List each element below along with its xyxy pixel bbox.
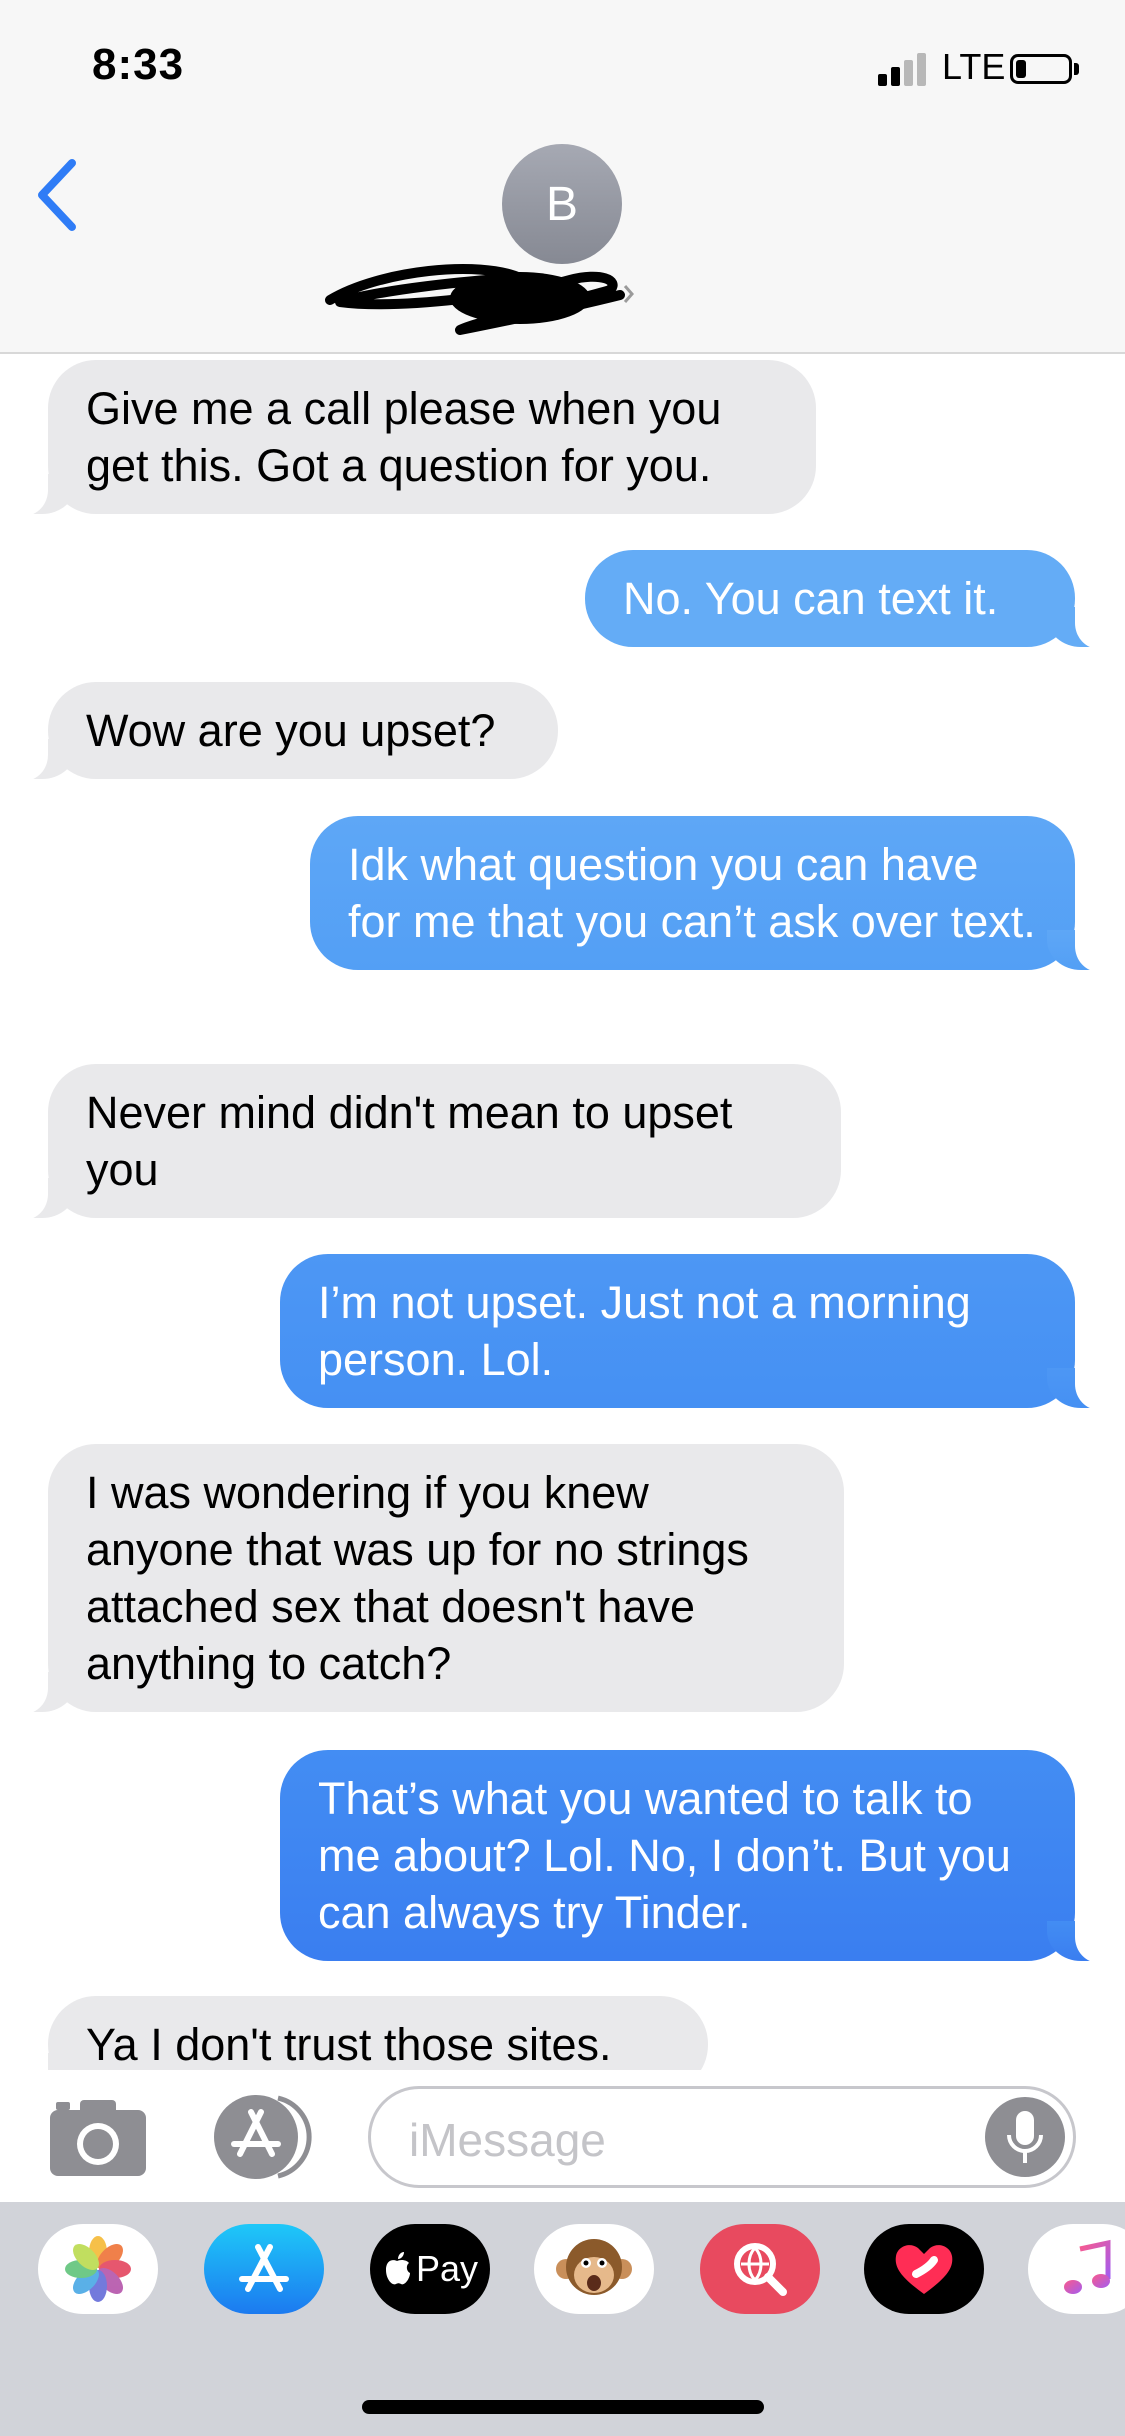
status-time: 8:33 [92,40,185,89]
app-store-button[interactable] [208,2092,320,2182]
app-store-app-button[interactable] [204,2224,324,2314]
camera-icon [50,2100,146,2176]
digital-touch-app-button[interactable] [864,2224,984,2314]
camera-button[interactable] [48,2098,148,2178]
battery-icon [1010,54,1072,84]
sent-message-bubble[interactable]: No. You can text it. [585,550,1105,649]
app-store-icon [239,2244,289,2292]
sent-message-bubble[interactable]: Idk what question you can have for me th… [310,816,1105,972]
search-images-icon [734,2243,787,2296]
sent-message-bubble[interactable]: I’m not upset. Just not a morning person… [280,1254,1105,1410]
redaction-scribble [325,264,634,335]
battery-level [1016,60,1026,78]
battery-cap [1074,63,1079,75]
apple-pay-label: Pay [415,2248,479,2289]
back-button[interactable] [30,155,90,235]
home-indicator[interactable] [362,2400,764,2414]
received-message-bubble[interactable]: Never mind didn't mean to upset you [18,1064,841,1220]
music-icon [1064,2239,1111,2294]
apple-pay-app-button[interactable]: Pay [370,2224,490,2314]
monkey-animoji-icon [556,2239,632,2295]
photos-app-button[interactable] [38,2224,158,2314]
contact-name-redacted[interactable] [320,250,650,340]
app-store-icon [214,2095,312,2179]
compose-bar: iMessage [0,2070,1125,2202]
animoji-app-button[interactable] [534,2224,654,2314]
digital-touch-icon [895,2245,953,2294]
microphone-icon [1007,2111,1043,2163]
conversation-header: 8:33 LTE B [0,0,1125,354]
dictation-button[interactable] [985,2097,1065,2177]
image-search-app-button[interactable] [700,2224,820,2314]
imessage-input[interactable]: iMessage [368,2086,1076,2188]
signal-strength-icon [878,52,926,86]
photos-icon [65,2236,131,2302]
apple-logo-icon [385,2252,410,2285]
music-app-button[interactable] [1028,2224,1125,2314]
chevron-left-icon [38,159,76,231]
received-message-bubble[interactable]: I was wondering if you knew anyone that … [18,1444,844,1714]
contact-avatar[interactable]: B [502,144,622,264]
message-thread[interactable]: Give me a call please when you get this.… [0,354,1125,2070]
received-message-bubble[interactable]: Ya I don't trust those sites. [18,1996,708,2070]
received-message-bubble[interactable]: Give me a call please when you get this.… [18,360,816,516]
received-message-bubble[interactable]: Wow are you upset? [18,682,558,781]
sent-message-bubble[interactable]: That’s what you wanted to talk to me abo… [280,1750,1105,1963]
imessage-placeholder: iMessage [409,2114,606,2166]
network-type: LTE [942,46,1006,87]
